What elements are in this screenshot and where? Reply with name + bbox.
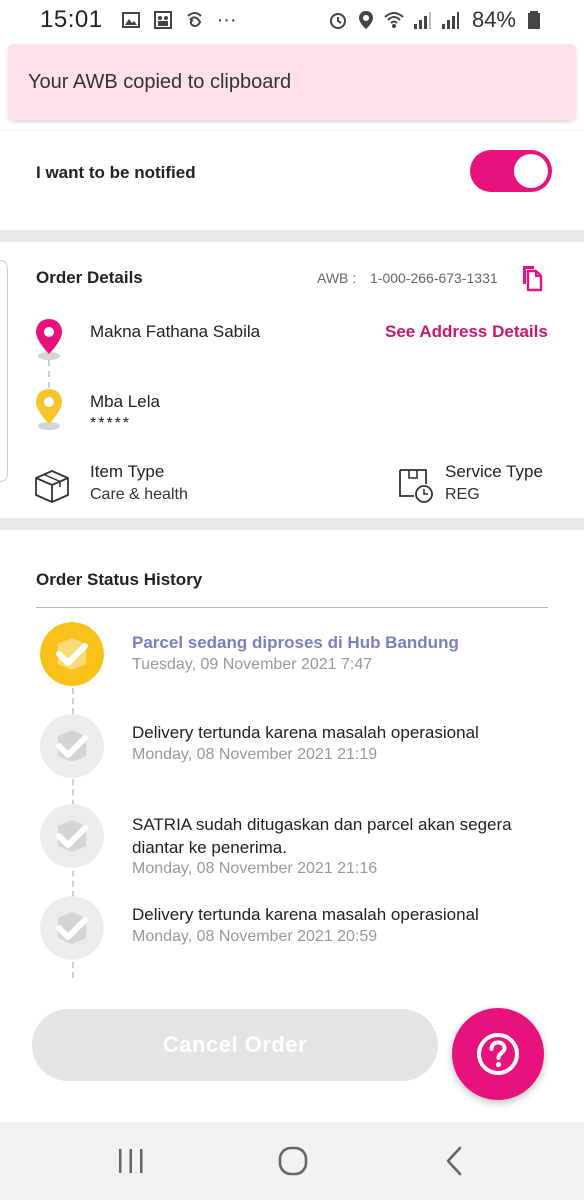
signal-icon <box>441 12 459 29</box>
copy-icon[interactable] <box>520 264 544 292</box>
receiver-name: Mba Lela <box>90 392 160 411</box>
back-icon[interactable] <box>438 1144 472 1178</box>
status-history-divider <box>36 607 548 608</box>
service-type-value: REG <box>445 486 480 503</box>
help-icon <box>477 1033 519 1075</box>
see-address-link[interactable]: See Address Details <box>385 322 548 342</box>
recent-apps-icon[interactable] <box>114 1144 148 1178</box>
home-icon[interactable] <box>276 1144 310 1178</box>
status-left-icons: ··· <box>121 9 237 32</box>
awb-label: AWB : <box>317 270 357 286</box>
step-done-icon <box>40 896 104 960</box>
step-done-icon <box>40 714 104 778</box>
sender-pin-icon <box>36 319 62 360</box>
step-done-icon <box>40 804 104 868</box>
step-title: SATRIA sudah ditugaskan dan parcel akan … <box>132 815 512 857</box>
route-connector <box>48 360 50 388</box>
photo-icon <box>153 11 172 29</box>
status-history-title: Order Status History <box>36 570 203 589</box>
cancel-order-button[interactable]: Cancel Order <box>32 1009 438 1081</box>
receiver-pin-icon <box>36 389 62 430</box>
receiver-phone: ***** <box>90 415 132 432</box>
notify-toggle[interactable] <box>470 150 552 192</box>
status-time: 15:01 <box>40 6 103 33</box>
notify-label: I want to be notified <box>36 163 196 182</box>
toast-message: Your AWB copied to clipboard <box>8 44 576 120</box>
battery-icon <box>528 11 540 29</box>
more-notifications: ··· <box>216 8 237 31</box>
step-time: Monday, 08 November 2021 21:16 <box>132 860 378 877</box>
item-type-label: Item Type <box>90 462 165 481</box>
signal-icon <box>413 12 431 29</box>
app-icon <box>186 12 202 27</box>
section-divider <box>0 518 584 530</box>
location-icon <box>358 11 373 29</box>
help-button[interactable] <box>452 1008 544 1100</box>
status-right-icons: 84% <box>328 7 544 33</box>
step-active-icon <box>40 622 104 686</box>
toggle-knob <box>514 154 548 188</box>
wifi-icon <box>384 12 404 28</box>
service-clock-icon <box>399 469 433 503</box>
step-title: Parcel sedang diproses di Hub Bandung <box>132 633 459 652</box>
order-details-title: Order Details <box>36 268 143 287</box>
service-type-label: Service Type <box>445 462 543 481</box>
alarm-icon <box>329 13 346 29</box>
step-title: Delivery tertunda karena masalah operasi… <box>132 905 479 924</box>
step-time: Monday, 08 November 2021 21:19 <box>132 746 378 763</box>
step-time: Tuesday, 09 November 2021 7:47 <box>132 656 373 673</box>
side-card-edge <box>0 260 8 482</box>
battery-percent: 84% <box>471 7 516 32</box>
gallery-icon <box>121 12 140 28</box>
status-bar: 15:01 ··· 84% <box>0 0 584 40</box>
sender-name: Makna Fathana Sabila <box>90 322 261 341</box>
section-divider <box>0 230 584 242</box>
step-time: Monday, 08 November 2021 20:59 <box>132 928 378 945</box>
awb-value: 1-000-266-673-1331 <box>370 270 498 286</box>
item-type-value: Care & health <box>90 486 188 503</box>
step-title: Delivery tertunda karena masalah operasi… <box>132 723 479 742</box>
package-icon <box>35 470 69 503</box>
